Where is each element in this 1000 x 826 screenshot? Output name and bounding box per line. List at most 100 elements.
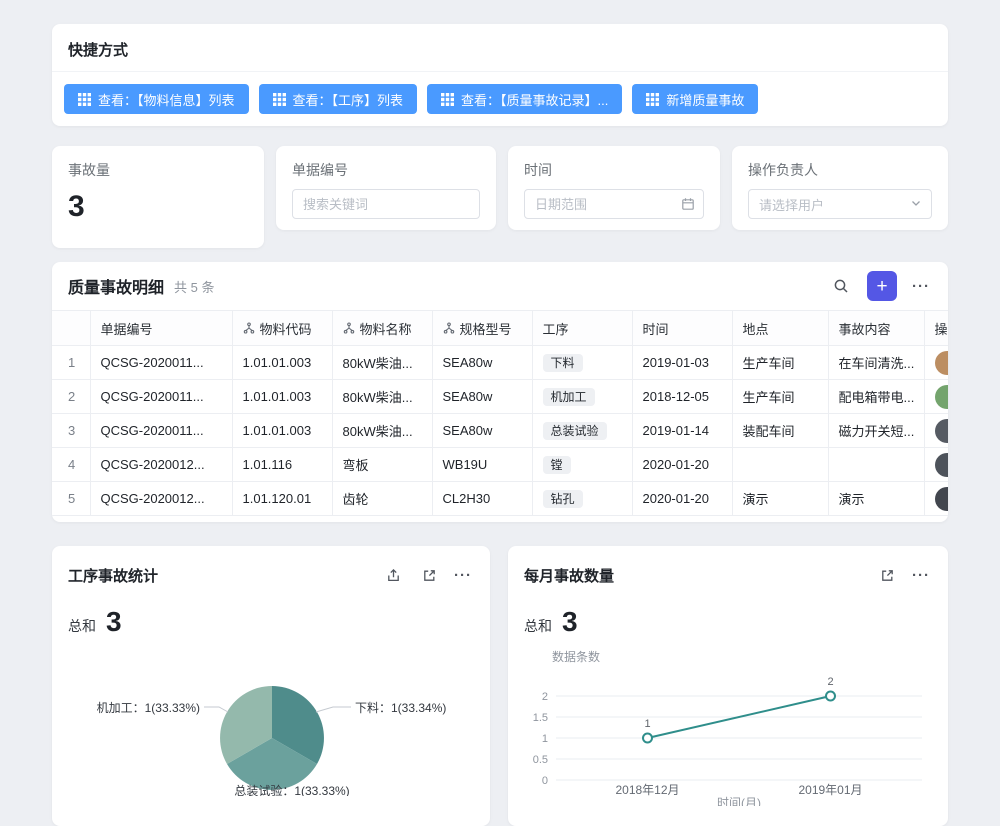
incident-count-card: 事故量 3: [52, 146, 264, 248]
cell-spec: SEA80w: [432, 414, 532, 448]
incident-detail-card: 质量事故明细 共 5 条 + ··· 单据编号物料代码物料名称规格型号工序时间地…: [52, 262, 948, 522]
data-point[interactable]: [643, 734, 652, 743]
y-tick-label: 0.5: [533, 754, 548, 766]
open-monthly-chart-button[interactable]: [874, 562, 900, 588]
cell-location: [732, 448, 828, 482]
operator-filter-card: 操作负责人 请选择用户: [732, 146, 948, 230]
cell-process: 总装试验: [532, 414, 632, 448]
y-tick-label: 2: [542, 691, 548, 703]
cell-material-name: 80kW柴油...: [332, 380, 432, 414]
process-pie-zone: 下料：1(33.34%)总装试验：1(33.33%)机加工：1(33.33%): [52, 646, 490, 801]
date-range-input[interactable]: [524, 189, 704, 219]
monthly-chart-more-button[interactable]: ···: [910, 567, 932, 584]
export-button[interactable]: [380, 562, 406, 588]
cell-material-name: 齿轮: [332, 482, 432, 516]
shortcuts-title: 快捷方式: [68, 39, 932, 60]
operator-avatar: [935, 351, 949, 375]
process-tag: 机加工: [543, 388, 595, 406]
data-point[interactable]: [826, 692, 835, 701]
cell-operator: [924, 346, 948, 380]
add-record-button[interactable]: +: [867, 271, 897, 301]
cell-doc-no: QCSG-2020012...: [90, 448, 232, 482]
monthly-count-card: 每月事故数量 ··· 总和 3 数据条数21.510.5012018年12月22…: [508, 546, 948, 826]
doc-number-search-input[interactable]: [292, 189, 480, 219]
shortcut-button-label: 新增质量事故: [666, 90, 744, 109]
table-row[interactable]: 3QCSG-2020011...1.01.01.00380kW柴油...SEA8…: [52, 414, 948, 448]
cell-material-code: 1.01.116: [232, 448, 332, 482]
cell-material-name: 80kW柴油...: [332, 346, 432, 380]
cell-process: 镗: [532, 448, 632, 482]
date-range-input-wrap: [524, 189, 704, 219]
grid-icon: [78, 93, 91, 106]
cell-content: [828, 448, 924, 482]
operator-select[interactable]: 请选择用户: [748, 189, 932, 219]
cell-location: 演示: [732, 482, 828, 516]
open-in-new-icon: [880, 568, 895, 583]
pie-leader-line: [204, 707, 228, 712]
cell-date: 2020-01-20: [632, 448, 732, 482]
row-index: 1: [52, 346, 90, 380]
table-row[interactable]: 4QCSG-2020012...1.01.116弯板WB19U镗2020-01-…: [52, 448, 948, 482]
monthly-chart-actions: ···: [874, 562, 932, 588]
cell-location: 装配车间: [732, 414, 828, 448]
column-header-4[interactable]: 工序: [532, 311, 632, 346]
table-record-count: 共 5 条: [174, 277, 214, 296]
column-header-3[interactable]: 规格型号: [432, 311, 532, 346]
column-header-5[interactable]: 时间: [632, 311, 732, 346]
process-chart-total: 总和 3: [52, 588, 490, 638]
cell-location: 生产车间: [732, 346, 828, 380]
cell-operator: [924, 414, 948, 448]
table-title: 质量事故明细: [68, 274, 164, 298]
open-chart-button[interactable]: [416, 562, 442, 588]
process-chart-more-button[interactable]: ···: [452, 567, 474, 584]
row-index: 4: [52, 448, 90, 482]
line-y-axis-title: 数据条数: [552, 649, 600, 664]
cell-process: 下料: [532, 346, 632, 380]
grid-icon: [273, 93, 286, 106]
column-header-7[interactable]: 事故内容: [828, 311, 924, 346]
data-point-label: 2: [827, 676, 833, 688]
cell-location: 生产车间: [732, 380, 828, 414]
time-filter-card: 时间: [508, 146, 720, 230]
process-chart-actions: ···: [380, 562, 474, 588]
column-header-6[interactable]: 地点: [732, 311, 828, 346]
pie-leader-line: [316, 707, 351, 712]
cell-date: 2019-01-14: [632, 414, 732, 448]
cell-material-code: 1.01.01.003: [232, 414, 332, 448]
process-total-value: 3: [106, 606, 122, 638]
process-tag: 镗: [543, 456, 571, 474]
process-pie-chart: 下料：1(33.34%)总装试验：1(33.33%)机加工：1(33.33%): [52, 646, 490, 796]
doc-number-input-wrap: [292, 189, 480, 219]
cell-doc-no: QCSG-2020011...: [90, 380, 232, 414]
table-row[interactable]: 2QCSG-2020011...1.01.01.00380kW柴油...SEA8…: [52, 380, 948, 414]
linked-field-icon: [443, 322, 455, 334]
column-header-2[interactable]: 物料名称: [332, 311, 432, 346]
monthly-chart-header: 每月事故数量 ···: [508, 546, 948, 588]
cell-content: 配电箱带电...: [828, 380, 924, 414]
grid-icon: [646, 93, 659, 106]
grid-icon: [441, 93, 454, 106]
process-chart-title: 工序事故统计: [68, 565, 158, 586]
operator-select-placeholder: 请选择用户: [759, 195, 824, 214]
search-icon: [833, 278, 849, 294]
table-row[interactable]: 1QCSG-2020011...1.01.01.00380kW柴油...SEA8…: [52, 346, 948, 380]
process-total-label: 总和: [68, 616, 96, 636]
doc-number-filter-card: 单据编号: [276, 146, 496, 230]
column-header-1[interactable]: 物料代码: [232, 311, 332, 346]
process-chart-header: 工序事故统计 ···: [52, 546, 490, 588]
table-row[interactable]: 5QCSG-2020012...1.01.120.01齿轮CL2H30钻孔202…: [52, 482, 948, 516]
shortcut-button-4[interactable]: 新增质量事故: [632, 84, 758, 114]
shortcut-button-3[interactable]: 查看：【质量事故记录】...: [427, 84, 622, 114]
process-tag: 下料: [543, 354, 583, 372]
cell-spec: WB19U: [432, 448, 532, 482]
y-tick-label: 1.5: [533, 712, 548, 724]
monthly-total-label: 总和: [524, 616, 552, 636]
table-more-button[interactable]: ···: [910, 278, 932, 295]
cell-spec: CL2H30: [432, 482, 532, 516]
shortcut-button-1[interactable]: 查看：【物料信息】列表: [64, 84, 249, 114]
line-x-axis-title: 时间(月): [717, 796, 761, 806]
column-header-8[interactable]: 操作负责人: [924, 311, 948, 346]
search-button[interactable]: [828, 273, 854, 299]
shortcut-button-2[interactable]: 查看：【工序】列表: [259, 84, 418, 114]
column-header-0[interactable]: 单据编号: [90, 311, 232, 346]
